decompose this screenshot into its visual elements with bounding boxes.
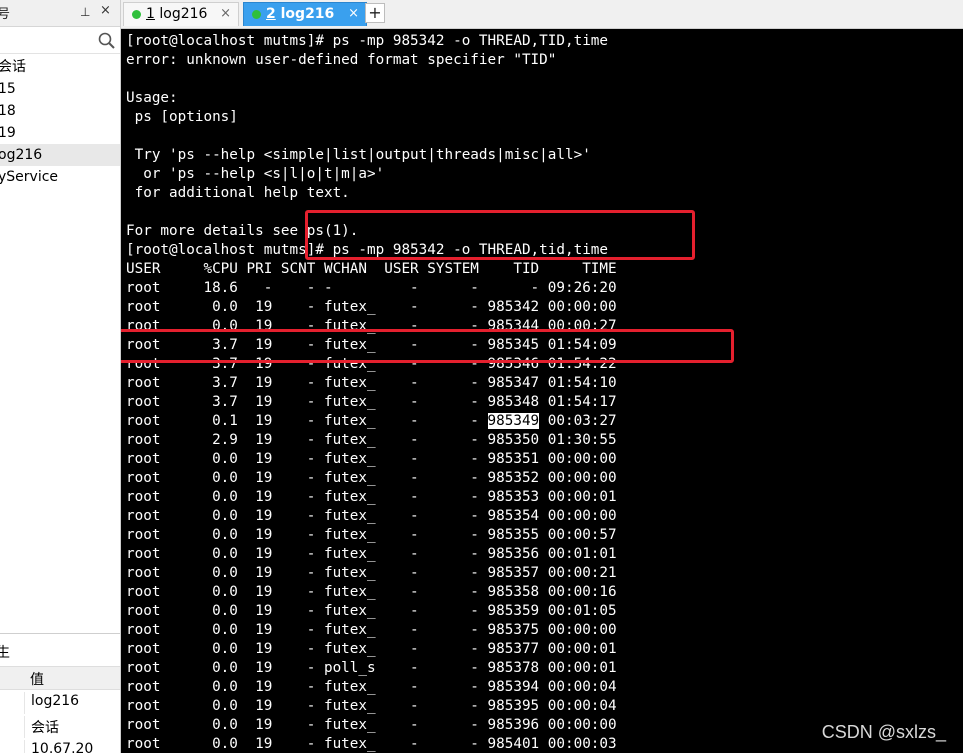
terminal-line: for additional help text.	[126, 185, 350, 201]
properties-title: 生	[0, 642, 10, 662]
session-manager-panel: 号 ⊥ × 会话 15 18 19 og216 yService 生 值 log…	[0, 0, 121, 753]
terminal-output[interactable]: [root@localhost mutms]# ps -mp 985342 -o…	[121, 29, 963, 753]
connected-status-icon	[252, 10, 261, 19]
session-item[interactable]: 15	[0, 78, 120, 100]
terminal-lines: [root@localhost mutms]# ps -mp 985342 -o…	[126, 32, 956, 753]
terminal-line: root 0.0 19 - futex_ - - 985352 00:00:00	[126, 470, 617, 486]
property-value: 10.67.20	[31, 741, 94, 753]
session-panel-header: 号 ⊥ ×	[0, 0, 120, 27]
terminal-line: root 0.0 19 - poll_s - - 985378 00:00:01	[126, 660, 617, 676]
new-tab-button[interactable]: +	[365, 3, 385, 23]
properties-value-header: 值	[30, 672, 44, 688]
terminal-line: root 3.7 19 - futex_ - - 985348 01:54:17	[126, 394, 617, 410]
selected-text[interactable]: 985349	[487, 413, 540, 429]
terminal-line-selected: root 0.1 19 - futex_ - - 985349 00:03:27	[126, 413, 617, 429]
tab-close-icon[interactable]: ×	[220, 6, 231, 21]
properties-panel: 生 值 log216 会话 10.67.20	[0, 633, 120, 753]
property-row: log216	[0, 692, 120, 714]
annotation-box-command	[305, 210, 695, 260]
properties-header: 值	[0, 666, 120, 690]
session-item-selected[interactable]: og216	[0, 144, 120, 166]
terminal-line: or 'ps --help <s|l|o|t|m|a>'	[126, 166, 385, 182]
search-icon[interactable]	[97, 31, 117, 51]
terminal-line: USER %CPU PRI SCNT WCHAN USER SYSTEM TID…	[126, 261, 617, 277]
tab-bar: 1 log216 × 2 log216 × +	[121, 0, 963, 29]
terminal-line: Try 'ps --help <simple|list|output|threa…	[126, 147, 591, 163]
terminal-line: root 3.7 19 - futex_ - - 985347 01:54:10	[126, 375, 617, 391]
terminal-line: [root@localhost mutms]# ps -mp 985342 -o…	[126, 33, 609, 49]
session-item[interactable]: yService	[0, 166, 120, 188]
pin-icon[interactable]: ⊥	[80, 5, 90, 19]
tab-close-icon[interactable]: ×	[348, 6, 359, 21]
terminal-line: root 0.0 19 - futex_ - - 985377 00:00:01	[126, 641, 617, 657]
property-value: 会话	[31, 720, 59, 736]
close-icon[interactable]: ×	[100, 3, 111, 18]
terminal-line: root 0.0 19 - futex_ - - 985351 00:00:00	[126, 451, 617, 467]
tab-label: 1 log216	[146, 6, 208, 22]
property-value: log216	[31, 693, 80, 709]
session-list: 会话 15 18 19 og216 yService	[0, 56, 120, 188]
terminal-line: root 2.9 19 - futex_ - - 985350 01:30:55	[126, 432, 617, 448]
session-panel-title: 号	[0, 3, 10, 22]
terminal-line: root 0.0 19 - futex_ - - 985357 00:00:21	[126, 565, 617, 581]
terminal-line: root 18.6 - - - - - - 09:26:20	[126, 280, 617, 296]
annotation-box-thread-row	[121, 329, 734, 363]
watermark: CSDN @sxlzs_	[821, 722, 946, 742]
session-item[interactable]: 19	[0, 122, 120, 144]
terminal-line: root 0.0 19 - futex_ - - 985353 00:00:01	[126, 489, 617, 505]
terminal-line: root 0.0 19 - futex_ - - 985394 00:00:04	[126, 679, 617, 695]
terminal-line: ps [options]	[126, 109, 238, 125]
terminal-line: root 0.0 19 - futex_ - - 985355 00:00:57	[126, 527, 617, 543]
connected-status-icon	[132, 10, 141, 19]
tab-session-1[interactable]: 1 log216 ×	[123, 2, 239, 26]
terminal-line: root 0.0 19 - futex_ - - 985358 00:00:16	[126, 584, 617, 600]
property-row: 10.67.20	[0, 740, 120, 753]
terminal-line: root 0.0 19 - futex_ - - 985342 00:00:00	[126, 299, 617, 315]
terminal-line: root 0.0 19 - futex_ - - 985395 00:00:04	[126, 698, 617, 714]
session-search-row[interactable]	[0, 29, 120, 54]
terminal-line: root 0.0 19 - futex_ - - 985375 00:00:00	[126, 622, 617, 638]
tab-session-2[interactable]: 2 log216 ×	[243, 2, 367, 26]
session-item[interactable]: 18	[0, 100, 120, 122]
tab-label: 2 log216	[266, 6, 335, 22]
terminal-line: Usage:	[126, 90, 178, 106]
terminal-line: error: unknown user-defined format speci…	[126, 52, 557, 68]
terminal-line: root 0.0 19 - futex_ - - 985356 00:01:01	[126, 546, 617, 562]
terminal-line: root 0.0 19 - futex_ - - 985359 00:01:05	[126, 603, 617, 619]
session-item[interactable]: 会话	[0, 56, 120, 78]
property-row: 会话	[0, 716, 120, 738]
terminal-line: root 0.0 19 - futex_ - - 985354 00:00:00	[126, 508, 617, 524]
